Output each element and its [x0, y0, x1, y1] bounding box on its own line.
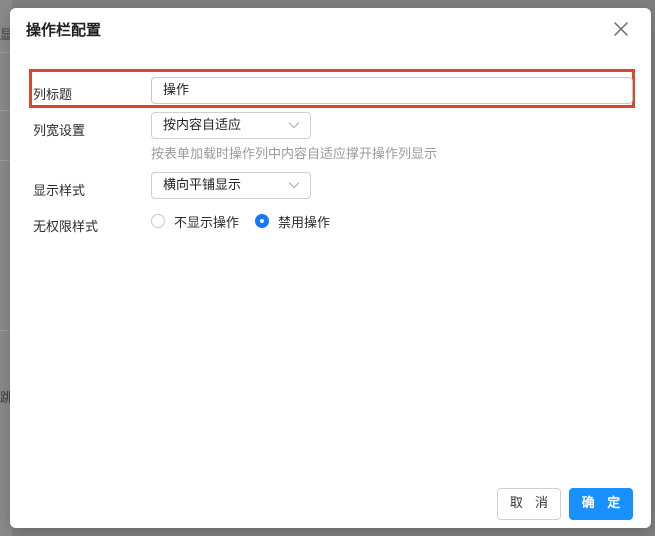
- radio-disable-action[interactable]: 禁用操作: [255, 212, 330, 231]
- no-permission-style-label: 无权限样式: [33, 220, 99, 235]
- column-width-label: 列宽设置: [33, 124, 86, 139]
- display-style-select-value: 横向平铺显示: [163, 178, 242, 193]
- no-permission-style-radio-group: 不显示操作 禁用操作: [151, 212, 346, 231]
- background-text: 显: [0, 28, 10, 43]
- display-style-label: 显示样式: [33, 184, 86, 199]
- close-icon: [614, 22, 628, 36]
- radio-label: 不显示操作: [174, 215, 240, 231]
- cancel-button[interactable]: 取 消: [497, 488, 561, 520]
- dialog-title: 操作栏配置: [26, 21, 102, 39]
- display-style-select[interactable]: 横向平铺显示: [151, 172, 311, 199]
- ok-button[interactable]: 确 定: [569, 488, 633, 520]
- column-title-input[interactable]: 操作: [151, 77, 633, 104]
- column-width-select[interactable]: 按内容自适应: [151, 112, 311, 139]
- action-bar-config-dialog: 操作栏配置 列标题 操作 列宽设置 按内容自适应 按表单加载时操作列中内容自适应…: [10, 8, 651, 528]
- background-text: 跳: [0, 391, 10, 406]
- radio-hide-action[interactable]: 不显示操作: [151, 212, 239, 231]
- column-width-hint: 按表单加载时操作列中内容自适应撑开操作列显示: [151, 147, 438, 162]
- column-width-select-value: 按内容自适应: [163, 118, 242, 133]
- radio-label: 禁用操作: [278, 215, 331, 231]
- radio-unchecked-icon: [151, 214, 165, 228]
- radio-checked-icon: [255, 214, 270, 228]
- column-title-label: 列标题: [33, 88, 73, 103]
- close-button[interactable]: [613, 21, 629, 37]
- chevron-down-icon: [288, 121, 300, 129]
- chevron-down-icon: [288, 181, 300, 189]
